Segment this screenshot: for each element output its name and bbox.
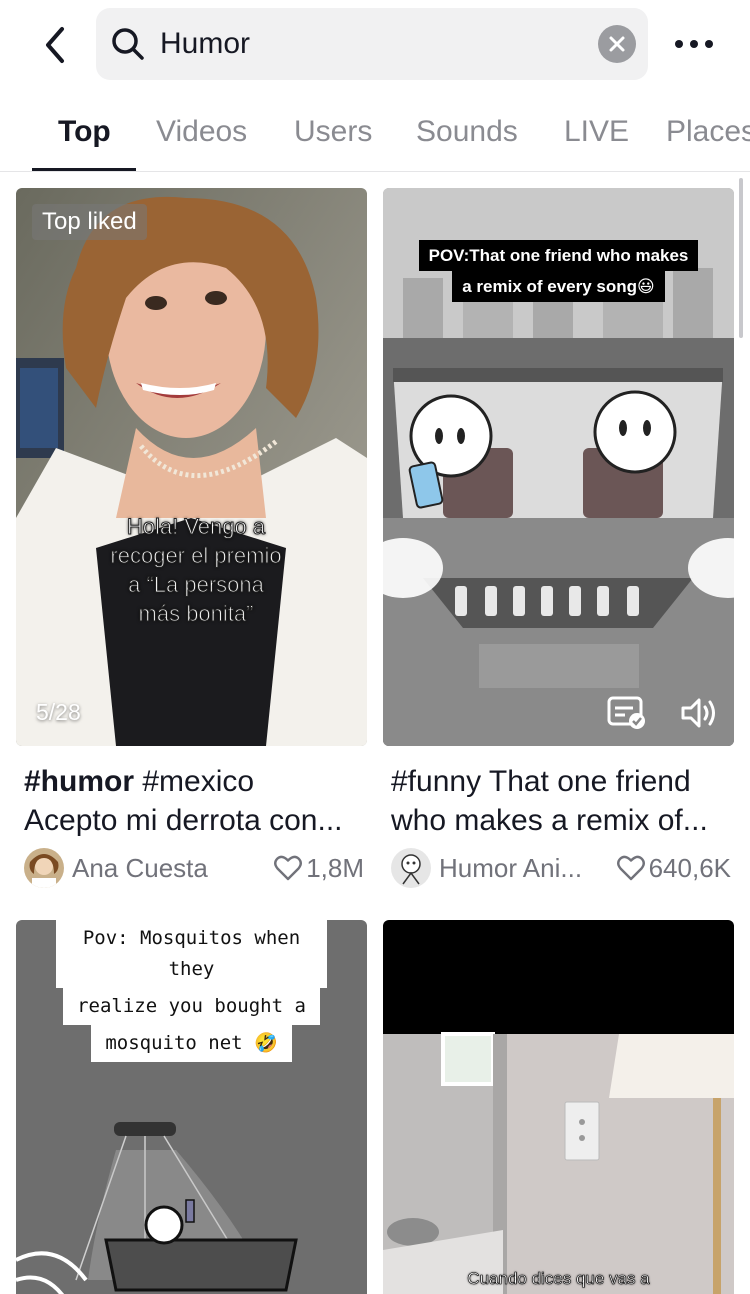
video-thumbnail[interactable]: Pov: Mosquitos when they realize you bou… bbox=[16, 920, 367, 1294]
tab-users[interactable]: Users bbox=[294, 114, 372, 150]
overlay-line: realize you bought a bbox=[63, 988, 320, 1025]
caption-text: #funny That one friend bbox=[391, 765, 691, 798]
tab-live[interactable]: LIVE bbox=[564, 114, 629, 150]
tab-places[interactable]: Places bbox=[666, 114, 750, 150]
more-options-button[interactable] bbox=[668, 26, 720, 62]
video-thumbnail[interactable]: Top liked Hola! Vengo a recoger el premi… bbox=[16, 188, 367, 746]
result-tabs: Top Videos Users Sounds LIVE Places bbox=[0, 92, 750, 172]
tab-sounds[interactable]: Sounds bbox=[416, 114, 518, 150]
video-caption[interactable]: #funny That one friend who makes a remix… bbox=[391, 762, 731, 840]
back-button[interactable] bbox=[30, 20, 80, 70]
tab-videos[interactable]: Videos bbox=[156, 114, 247, 150]
captions-icon[interactable] bbox=[607, 696, 647, 730]
search-query-text: Humor bbox=[160, 27, 251, 60]
chevron-left-icon bbox=[46, 27, 64, 63]
video-overlay-text: POV:That one friend who makes a remix of… bbox=[403, 240, 714, 302]
overlay-line: recoger el premio bbox=[110, 543, 282, 569]
video-overlay-text: Hola! Vengo a recoger el premio a “La pe… bbox=[76, 512, 316, 628]
video-thumbnail[interactable]: POV:That one friend who makes a remix of… bbox=[383, 188, 734, 746]
close-icon bbox=[609, 36, 625, 52]
video-thumbnail-image bbox=[16, 188, 367, 746]
overlay-line: Hola! Vengo a bbox=[126, 514, 266, 540]
author-name[interactable]: Humor Ani... bbox=[439, 852, 582, 884]
heart-icon bbox=[616, 855, 645, 881]
active-tab-indicator bbox=[32, 168, 136, 171]
overlay-line: mosquito net 🤣 bbox=[91, 1025, 292, 1062]
overlay-line: POV:That one friend who makes bbox=[418, 240, 699, 271]
overlay-line: a remix of every song😃 bbox=[452, 271, 665, 302]
caption-text: Acepto mi derrota con... bbox=[24, 804, 343, 837]
more-horizontal-icon bbox=[675, 40, 713, 48]
video-overlay-text: Pov: Mosquitos when they realize you bou… bbox=[56, 920, 327, 1062]
overlay-line: Pov: Mosquitos when they bbox=[56, 920, 327, 988]
avatar[interactable] bbox=[391, 848, 431, 888]
like-count: 1,8M bbox=[274, 852, 364, 884]
search-header: Humor bbox=[0, 0, 750, 92]
video-meta: Ana Cuesta 1,8M bbox=[24, 846, 364, 890]
overlay-line: más bonita” bbox=[138, 601, 254, 627]
caption-hashtag[interactable]: #humor bbox=[24, 765, 134, 798]
caption-text: who makes a remix of... bbox=[391, 804, 708, 837]
video-overlay-text: Cuando dices que vas a bbox=[403, 1268, 714, 1290]
overlay-line: a “La persona bbox=[128, 572, 265, 598]
video-thumbnail-image bbox=[383, 920, 734, 1294]
top-liked-badge: Top liked bbox=[32, 204, 147, 240]
video-card[interactable]: Top liked Hola! Vengo a recoger el premi… bbox=[16, 188, 367, 898]
video-meta: Humor Ani... 640,6K bbox=[391, 846, 731, 890]
avatar[interactable] bbox=[24, 848, 64, 888]
author-name[interactable]: Ana Cuesta bbox=[72, 852, 208, 884]
volume-icon[interactable] bbox=[679, 696, 719, 730]
search-icon bbox=[112, 28, 144, 60]
search-input[interactable]: Humor bbox=[96, 8, 648, 80]
clear-search-button[interactable] bbox=[598, 25, 636, 63]
overlay-line: Cuando dices que vas a bbox=[467, 1269, 650, 1289]
video-card[interactable]: POV:That one friend who makes a remix of… bbox=[383, 188, 734, 898]
photo-counter: 5/28 bbox=[36, 699, 81, 725]
video-caption[interactable]: #humor #mexico Acepto mi derrota con... bbox=[24, 762, 364, 840]
like-count-value: 640,6K bbox=[648, 853, 731, 883]
like-count: 640,6K bbox=[616, 852, 731, 884]
video-card[interactable]: Cuando dices que vas a bbox=[383, 920, 734, 1294]
caption-hashtag[interactable]: #mexico bbox=[134, 765, 254, 798]
video-thumbnail[interactable]: Cuando dices que vas a bbox=[383, 920, 734, 1294]
video-card[interactable]: Pov: Mosquitos when they realize you bou… bbox=[16, 920, 367, 1294]
scrollbar[interactable] bbox=[739, 178, 743, 338]
like-count-value: 1,8M bbox=[306, 853, 364, 883]
heart-icon bbox=[274, 855, 303, 881]
tab-top[interactable]: Top bbox=[58, 114, 111, 150]
